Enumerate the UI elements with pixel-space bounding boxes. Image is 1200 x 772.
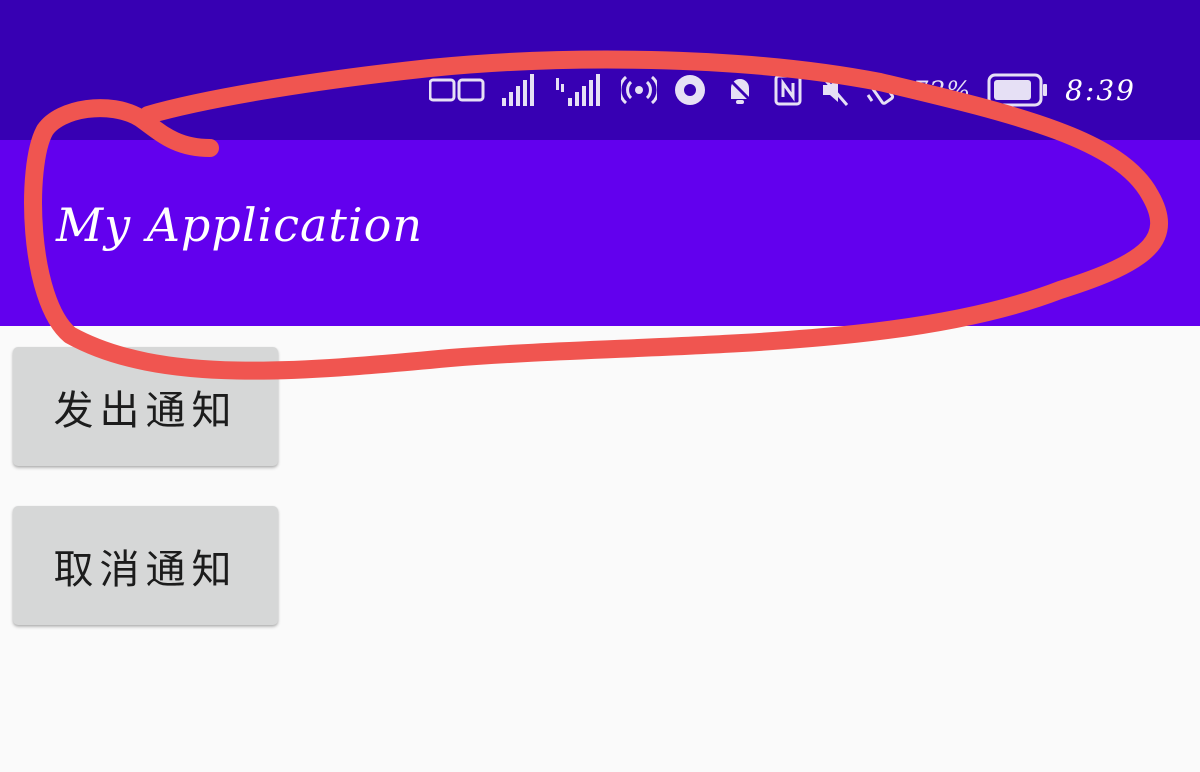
hotspot-icon <box>620 74 657 106</box>
main-content: 发出通知 取消通知 <box>0 326 1200 772</box>
battery-percentage: 72% <box>912 75 972 105</box>
hd-icon <box>428 76 485 104</box>
app-title: My Application <box>56 198 423 252</box>
nfc-icon <box>773 73 803 107</box>
send-notification-button[interactable]: 发出通知 <box>13 347 278 466</box>
eye-icon <box>673 73 707 107</box>
status-bar: 72% 8:39 <box>0 0 1200 140</box>
clock: 8:39 <box>1065 73 1136 107</box>
cancel-notification-button[interactable]: 取消通知 <box>13 506 278 625</box>
signal-icon <box>555 74 605 106</box>
mute-icon <box>819 73 849 107</box>
notification-off-icon <box>723 73 757 107</box>
app-bar: My Application <box>0 140 1200 326</box>
vibrate-icon <box>865 73 897 107</box>
status-icons: 72% 8:39 <box>428 66 1136 114</box>
battery-icon <box>987 73 1049 107</box>
signal-icon <box>501 74 539 106</box>
phone-screen: 72% 8:39 My Application 发出通知 取消通知 <box>0 0 1200 772</box>
